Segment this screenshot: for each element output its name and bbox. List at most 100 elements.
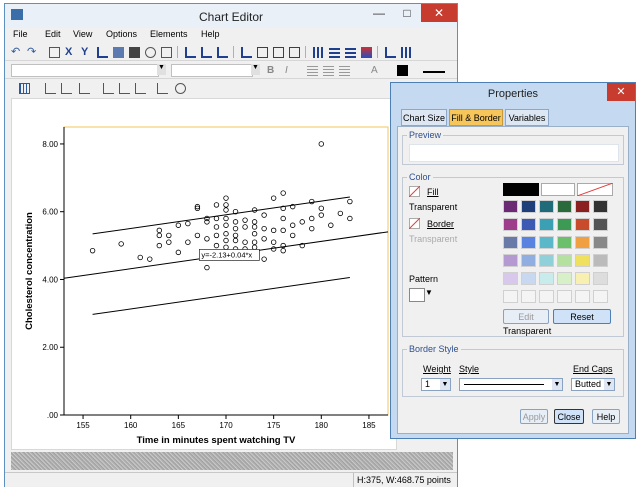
- palette-swatch[interactable]: [521, 272, 536, 285]
- palette-swatch[interactable]: [557, 236, 572, 249]
- chevron-down-icon[interactable]: ▼: [157, 64, 166, 75]
- data-point[interactable]: [299, 219, 305, 225]
- data-point[interactable]: [309, 215, 315, 222]
- data-point[interactable]: [166, 239, 172, 245]
- tab-chart-size[interactable]: Chart Size: [401, 109, 447, 126]
- italic-icon[interactable]: I: [285, 65, 296, 76]
- footnote-icon[interactable]: [273, 47, 284, 58]
- menu-options[interactable]: Options: [106, 29, 137, 39]
- data-point[interactable]: [223, 215, 229, 222]
- data-point[interactable]: [261, 225, 267, 232]
- palette-swatch[interactable]: [539, 254, 554, 267]
- menu-edit[interactable]: Edit: [45, 29, 61, 39]
- palette-swatch[interactable]: [557, 272, 572, 285]
- palette-swatch[interactable]: [503, 200, 518, 213]
- palette-swatch[interactable]: [503, 272, 518, 285]
- palette-swatch[interactable]: [575, 236, 590, 249]
- chart-icon[interactable]: [113, 47, 124, 58]
- title-icon[interactable]: [289, 47, 300, 58]
- data-point[interactable]: [232, 237, 239, 244]
- data-point[interactable]: [175, 249, 182, 256]
- palette-swatch[interactable]: [593, 200, 608, 213]
- data-point[interactable]: [242, 217, 248, 223]
- bar-icon[interactable]: [385, 47, 396, 58]
- palette-swatch[interactable]: [575, 200, 590, 213]
- swatch-white[interactable]: [541, 183, 575, 196]
- data-point[interactable]: [147, 256, 153, 262]
- pattern-swatch[interactable]: [409, 288, 425, 302]
- text-color-icon[interactable]: A: [371, 65, 382, 76]
- align-right-icon[interactable]: [339, 65, 350, 76]
- data-point[interactable]: [242, 224, 248, 230]
- edit-button[interactable]: Edit: [503, 309, 549, 324]
- data-point[interactable]: [280, 247, 286, 254]
- close-icon[interactable]: ✕: [607, 83, 635, 101]
- data-point[interactable]: [251, 219, 258, 225]
- data-point[interactable]: [213, 202, 220, 208]
- palette-swatch[interactable]: [557, 254, 572, 267]
- swatch-black[interactable]: [503, 183, 539, 196]
- data-point[interactable]: [223, 207, 229, 213]
- data-point[interactable]: [328, 222, 334, 228]
- data-point[interactable]: [270, 239, 277, 245]
- histogram-icon[interactable]: [401, 47, 412, 58]
- select-icon[interactable]: [161, 47, 172, 58]
- palette-swatch[interactable]: [539, 218, 554, 231]
- x-axis-icon[interactable]: X: [65, 47, 76, 58]
- style-select[interactable]: ▼: [459, 378, 563, 391]
- data-point[interactable]: [318, 205, 324, 212]
- data-point[interactable]: [223, 222, 229, 228]
- data-point[interactable]: [280, 227, 286, 234]
- font-combo[interactable]: [11, 64, 159, 77]
- reset-button[interactable]: Reset: [553, 309, 611, 324]
- data-point[interactable]: [318, 212, 324, 218]
- data-point[interactable]: [251, 224, 258, 230]
- minimize-icon[interactable]: —: [365, 4, 393, 22]
- data-point[interactable]: [185, 239, 191, 245]
- data-point[interactable]: [213, 232, 220, 239]
- palette-swatch[interactable]: [593, 236, 608, 249]
- palette-swatch[interactable]: [521, 200, 536, 213]
- help-button[interactable]: Help: [592, 409, 620, 424]
- ref-y-icon[interactable]: [201, 47, 212, 58]
- data-point[interactable]: [261, 212, 267, 218]
- palette-swatch[interactable]: [593, 254, 608, 267]
- bold-icon[interactable]: B: [267, 65, 278, 76]
- data-point[interactable]: [337, 210, 344, 217]
- data-point[interactable]: [156, 227, 162, 234]
- properties-icon[interactable]: [49, 47, 60, 58]
- redo-icon[interactable]: ↷: [27, 47, 38, 58]
- chevron-down-icon[interactable]: ▼: [251, 64, 260, 75]
- data-point[interactable]: [204, 236, 210, 242]
- align-center-icon[interactable]: [323, 65, 334, 76]
- maximize-icon[interactable]: □: [393, 4, 421, 22]
- data-point[interactable]: [223, 244, 229, 250]
- close-icon[interactable]: ✕: [421, 4, 457, 22]
- menu-file[interactable]: File: [13, 29, 28, 39]
- menu-help[interactable]: Help: [201, 29, 220, 39]
- data-point[interactable]: [137, 254, 143, 261]
- undo-icon[interactable]: ↶: [11, 47, 22, 58]
- palette-swatch[interactable]: [557, 218, 572, 231]
- interpolation-icon[interactable]: [157, 83, 168, 94]
- lower-prediction-line[interactable]: [92, 277, 350, 315]
- reference-line-icon[interactable]: [185, 47, 196, 58]
- palette-swatch[interactable]: [593, 272, 608, 285]
- lasso-icon[interactable]: [145, 47, 156, 58]
- data-point[interactable]: [118, 241, 124, 247]
- chevron-down-icon[interactable]: ▼: [425, 288, 433, 297]
- data-point[interactable]: [261, 236, 267, 242]
- palette-swatch[interactable]: [521, 236, 536, 249]
- data-point[interactable]: [185, 220, 191, 227]
- data-point[interactable]: [156, 232, 162, 239]
- data-point[interactable]: [232, 225, 239, 232]
- data-point[interactable]: [309, 225, 315, 232]
- line-style-icon[interactable]: [423, 71, 445, 73]
- data-point[interactable]: [89, 247, 96, 254]
- data-point[interactable]: [251, 244, 258, 250]
- endcaps-select[interactable]: Butted ▼: [571, 378, 615, 391]
- scatter-chart[interactable]: 155 160 165 170 175 180 185 .00 2.00 4.00 6.00 8.00…: [12, 99, 396, 449]
- palette-swatch[interactable]: [503, 254, 518, 267]
- style-icon[interactable]: [361, 47, 372, 58]
- legend-icon[interactable]: [313, 47, 324, 58]
